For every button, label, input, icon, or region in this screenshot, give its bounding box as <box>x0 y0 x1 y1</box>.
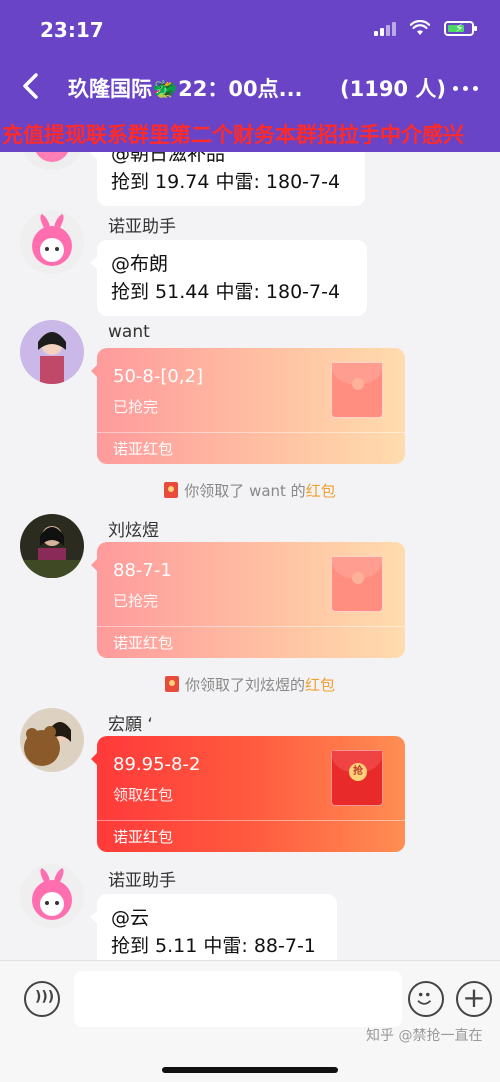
status-icons: ⚡ <box>374 20 477 36</box>
home-indicator[interactable] <box>162 1067 338 1073</box>
red-packet-card[interactable]: 88-7-1 已抢完 诺亚红包 <box>97 542 405 658</box>
red-packet-footer: 诺亚红包 <box>97 626 405 658</box>
red-envelope-icon: 抢 <box>331 750 383 806</box>
red-envelope-icon <box>331 362 383 418</box>
chat-header: 23:17 ⚡ 玖隆国际🐲22：00点... (1190 人) <box>0 0 500 118</box>
message-text: 抢到 5.11 中雷: 88-7-1 <box>111 935 316 957</box>
back-icon[interactable] <box>20 72 42 100</box>
red-packet-title: 50-8-[0,2] <box>113 366 204 387</box>
red-packet-status: 已抢完 <box>113 398 159 416</box>
red-packet-title: 89.95-8-2 <box>113 754 201 775</box>
red-packet-link[interactable]: 红包 <box>306 482 336 500</box>
avatar[interactable] <box>20 514 84 578</box>
red-packet-mini-icon <box>164 482 179 498</box>
announcement-marquee[interactable]: 充值提现联系群里第二个财务本群招拉手中介感兴 <box>0 118 500 152</box>
wifi-icon <box>410 20 430 35</box>
message-bubble[interactable]: @布朗 抢到 51.44 中雷: 180-7-4 <box>90 240 367 316</box>
red-packet-status: 领取红包 <box>113 786 174 804</box>
red-envelope-icon <box>331 556 383 612</box>
message-mention: @朝日滋补品 <box>111 152 226 165</box>
red-packet-footer: 诺亚红包 <box>97 820 405 852</box>
red-packet-link[interactable]: 红包 <box>305 676 335 694</box>
system-notice: 你领取了刘炫煜的红包 <box>0 674 500 695</box>
red-packet-status: 已抢完 <box>113 592 159 610</box>
more-icon[interactable] <box>453 86 478 91</box>
emoji-icon[interactable] <box>408 981 444 1017</box>
avatar[interactable] <box>20 152 84 170</box>
plus-icon[interactable]: + <box>456 981 492 1017</box>
sender-name: 刘炫煜 <box>108 521 159 541</box>
voice-icon[interactable]: ))) <box>24 981 60 1017</box>
red-packet-card[interactable]: 50-8-[0,2] 已抢完 诺亚红包 <box>97 348 405 464</box>
avatar[interactable] <box>20 320 84 384</box>
grab-seal: 抢 <box>349 763 367 781</box>
message-mention: @云 <box>111 907 150 929</box>
message-text: 抢到 19.74 中雷: 180-7-4 <box>111 171 341 193</box>
battery-icon: ⚡ <box>444 20 477 36</box>
sender-name: want <box>108 322 150 342</box>
system-notice: 你领取了 want 的红包 <box>0 480 500 501</box>
sender-name: 诺亚助手 <box>108 217 176 237</box>
avatar[interactable] <box>20 708 84 772</box>
signal-icon <box>374 20 396 36</box>
avatar[interactable] <box>20 864 84 928</box>
status-time: 23:17 <box>40 18 104 42</box>
red-packet-mini-icon <box>164 676 179 692</box>
sender-name: 诺亚助手 <box>108 871 176 891</box>
member-count: (1190 人) <box>340 77 446 101</box>
message-mention: @布朗 <box>111 253 169 275</box>
message-input[interactable] <box>74 971 402 1027</box>
red-packet-title: 88-7-1 <box>113 560 172 581</box>
message-bubble[interactable]: @朝日滋补品 抢到 19.74 中雷: 180-7-4 <box>90 152 365 206</box>
sender-name: 宏願 ‘ <box>108 715 153 735</box>
message-text: 抢到 51.44 中雷: 180-7-4 <box>111 281 341 303</box>
watermark: 知乎 @禁抢一直在 <box>366 1028 483 1044</box>
red-packet-card[interactable]: 89.95-8-2 领取红包 抢 诺亚红包 <box>97 736 405 852</box>
message-bubble[interactable]: @云 抢到 5.11 中雷: 88-7-1 <box>90 894 337 960</box>
group-title[interactable]: 玖隆国际🐲22：00点... <box>68 73 303 103</box>
input-bar: ))) + 知乎 @禁抢一直在 <box>0 960 500 1082</box>
red-packet-footer: 诺亚红包 <box>97 432 405 464</box>
message-list[interactable]: @朝日滋补品 抢到 19.74 中雷: 180-7-4 诺亚助手 @布朗 抢到 … <box>0 152 500 960</box>
avatar[interactable] <box>20 210 84 274</box>
